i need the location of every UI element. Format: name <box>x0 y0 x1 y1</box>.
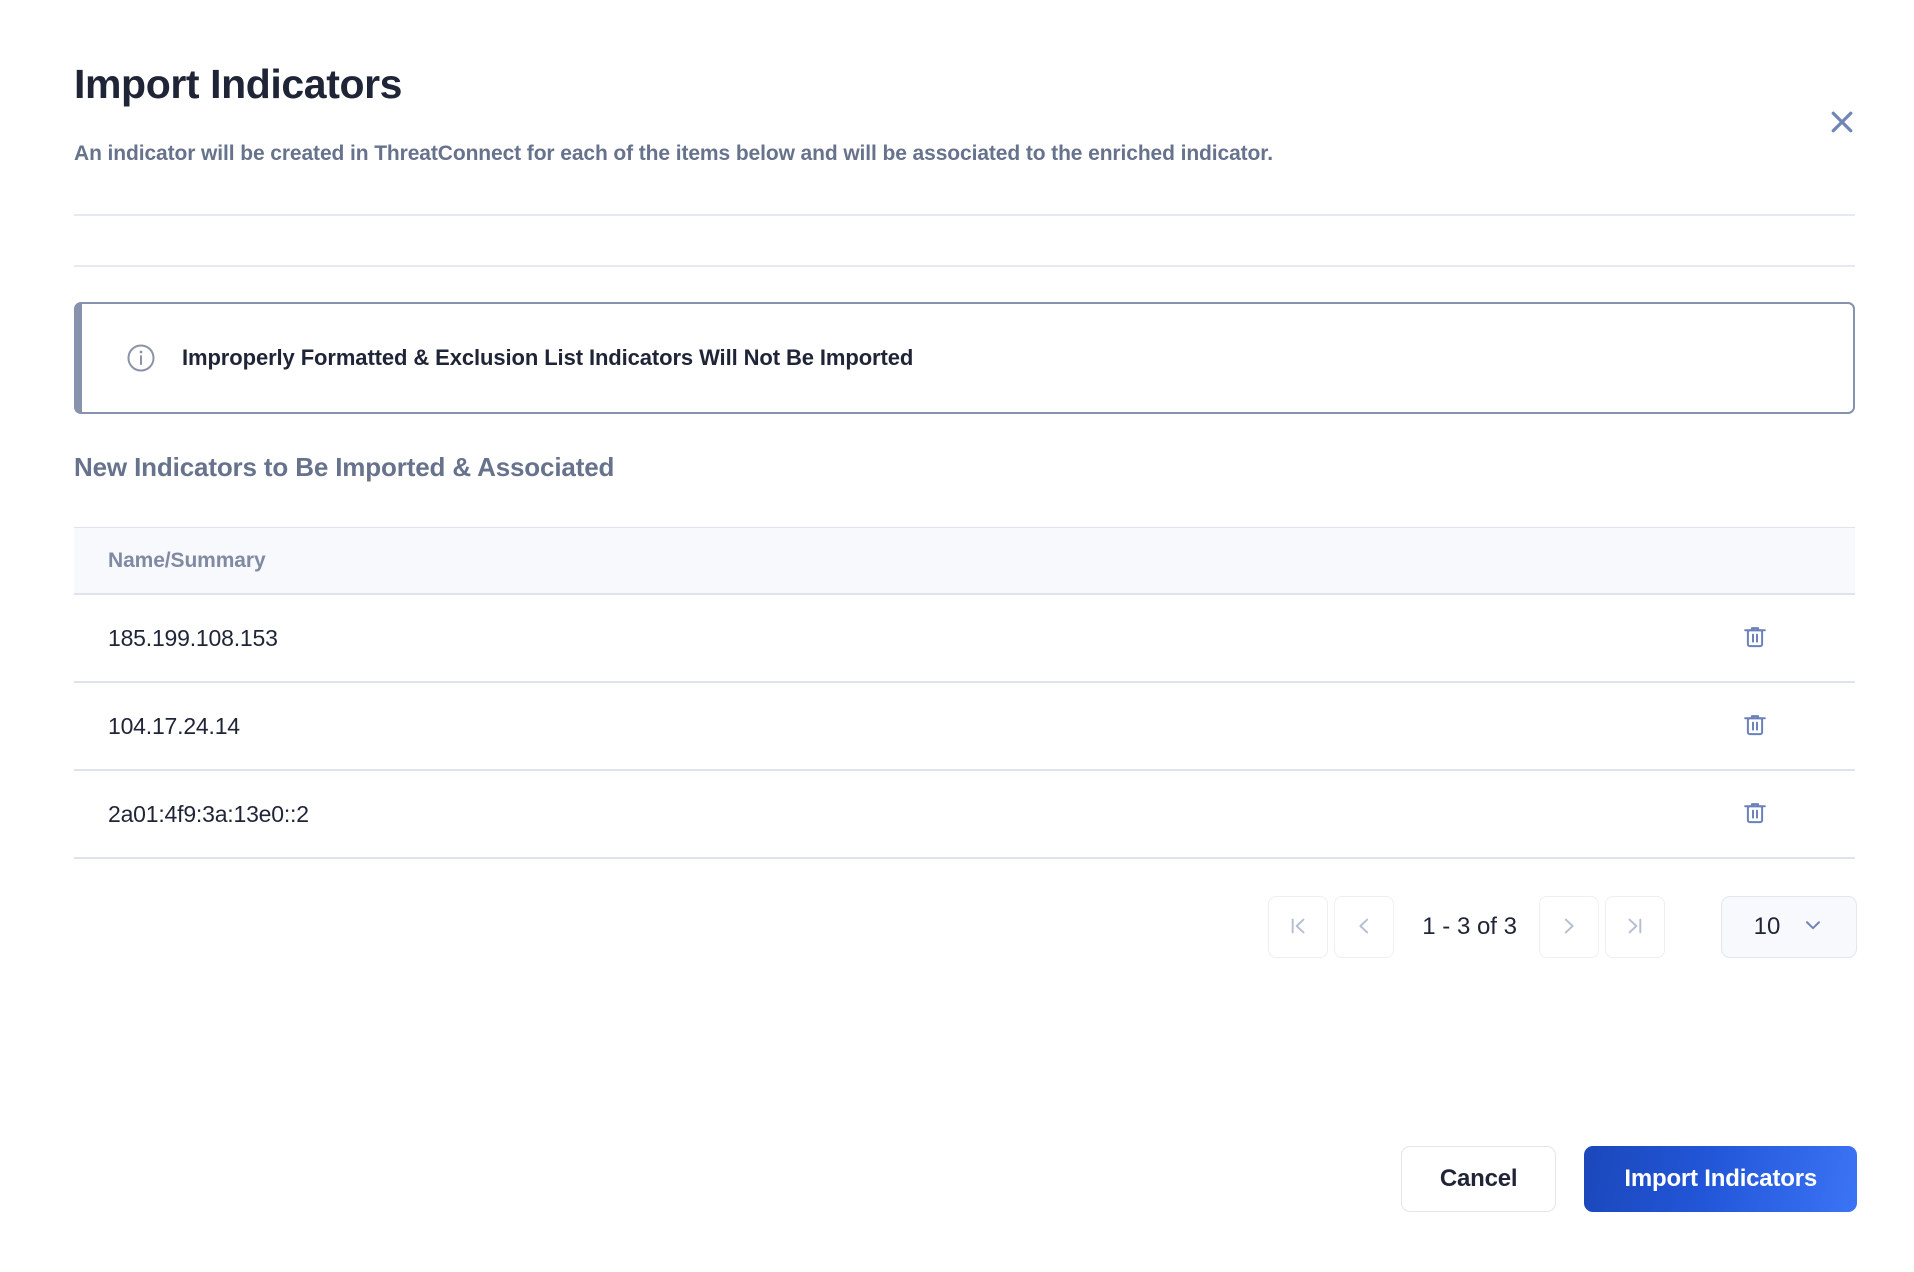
table-header-row: Name/Summary <box>74 527 1855 595</box>
chevron-right-icon <box>1558 915 1580 940</box>
delete-row-button[interactable] <box>1733 792 1777 836</box>
import-indicators-dialog: Import Indicators An indicator will be c… <box>0 0 1914 1272</box>
next-page-button[interactable] <box>1539 896 1599 958</box>
trash-icon <box>1741 799 1769 830</box>
indicator-name: 104.17.24.14 <box>108 712 240 739</box>
pagination-range-label: 1 - 3 of 3 <box>1422 913 1517 940</box>
trash-icon <box>1741 711 1769 742</box>
indicator-name: 185.199.108.153 <box>108 624 278 651</box>
first-page-icon <box>1287 915 1309 940</box>
page-title: Import Indicators <box>74 61 403 107</box>
page-size-select[interactable]: 10 <box>1721 896 1857 958</box>
indicators-table: Name/Summary 185.199.108.153 104.17.24.1… <box>74 527 1855 859</box>
trash-icon <box>1741 623 1769 654</box>
table-row: 185.199.108.153 <box>74 595 1855 683</box>
dialog-footer: Cancel Import Indicators <box>1400 1146 1857 1212</box>
table-row: 2a01:4f9:3a:13e0::2 <box>74 771 1855 859</box>
info-banner: Improperly Formatted & Exclusion List In… <box>74 302 1855 414</box>
indicator-name: 2a01:4f9:3a:13e0::2 <box>108 800 309 827</box>
dialog-subtitle: An indicator will be created in ThreatCo… <box>74 142 1273 165</box>
previous-page-button[interactable] <box>1334 896 1395 958</box>
pagination: 1 - 3 of 3 10 <box>1268 896 1857 958</box>
last-page-icon <box>1624 915 1646 940</box>
row-actions <box>1655 616 1855 660</box>
row-actions <box>1655 792 1855 836</box>
import-indicators-button[interactable]: Import Indicators <box>1584 1146 1857 1212</box>
column-header-name-summary: Name/Summary <box>108 548 266 572</box>
page-size-value: 10 <box>1753 913 1781 940</box>
divider-top <box>74 214 1855 216</box>
row-actions <box>1655 704 1855 748</box>
close-button[interactable] <box>1820 100 1864 144</box>
delete-row-button[interactable] <box>1733 704 1777 748</box>
first-page-button[interactable] <box>1268 896 1329 958</box>
last-page-button[interactable] <box>1605 896 1665 958</box>
chevron-left-icon <box>1353 915 1375 940</box>
chevron-down-icon <box>1802 914 1824 941</box>
delete-row-button[interactable] <box>1733 616 1777 660</box>
table-row: 104.17.24.14 <box>74 683 1855 771</box>
close-icon <box>1827 107 1857 137</box>
divider-second <box>74 265 1855 267</box>
cancel-button[interactable]: Cancel <box>1400 1146 1557 1212</box>
section-heading: New Indicators to Be Imported & Associat… <box>74 452 615 482</box>
info-circle-icon <box>124 341 158 375</box>
info-banner-text: Improperly Formatted & Exclusion List In… <box>182 345 914 370</box>
